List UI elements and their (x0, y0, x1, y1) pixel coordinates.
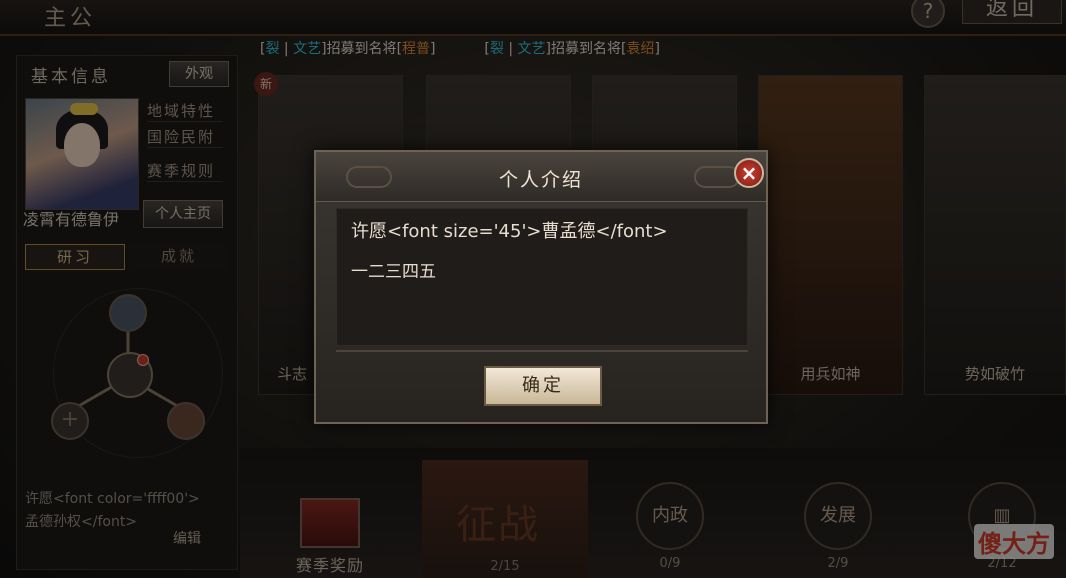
personal-intro-dialog: 个人介绍 × 许愿<font size='45'>曹孟德</font> 一二三四… (314, 150, 768, 424)
dialog-header: 个人介绍 (316, 152, 766, 202)
dialog-title: 个人介绍 (498, 169, 583, 191)
intro-line-1: 许愿<font size='45'>曹孟德</font> (351, 221, 668, 242)
confirm-button[interactable]: 确定 (484, 366, 602, 406)
close-icon[interactable]: × (734, 158, 764, 188)
intro-text-area: 许愿<font size='45'>曹孟德</font> 一二三四五 (336, 208, 748, 346)
intro-line-2: 一二三四五 (351, 262, 436, 282)
game-scene: 主公 ? 返回 [裂 | 文艺]招募到名将[程普] [裂 | 文艺]招募到名将[… (0, 0, 1066, 578)
divider (336, 350, 748, 352)
